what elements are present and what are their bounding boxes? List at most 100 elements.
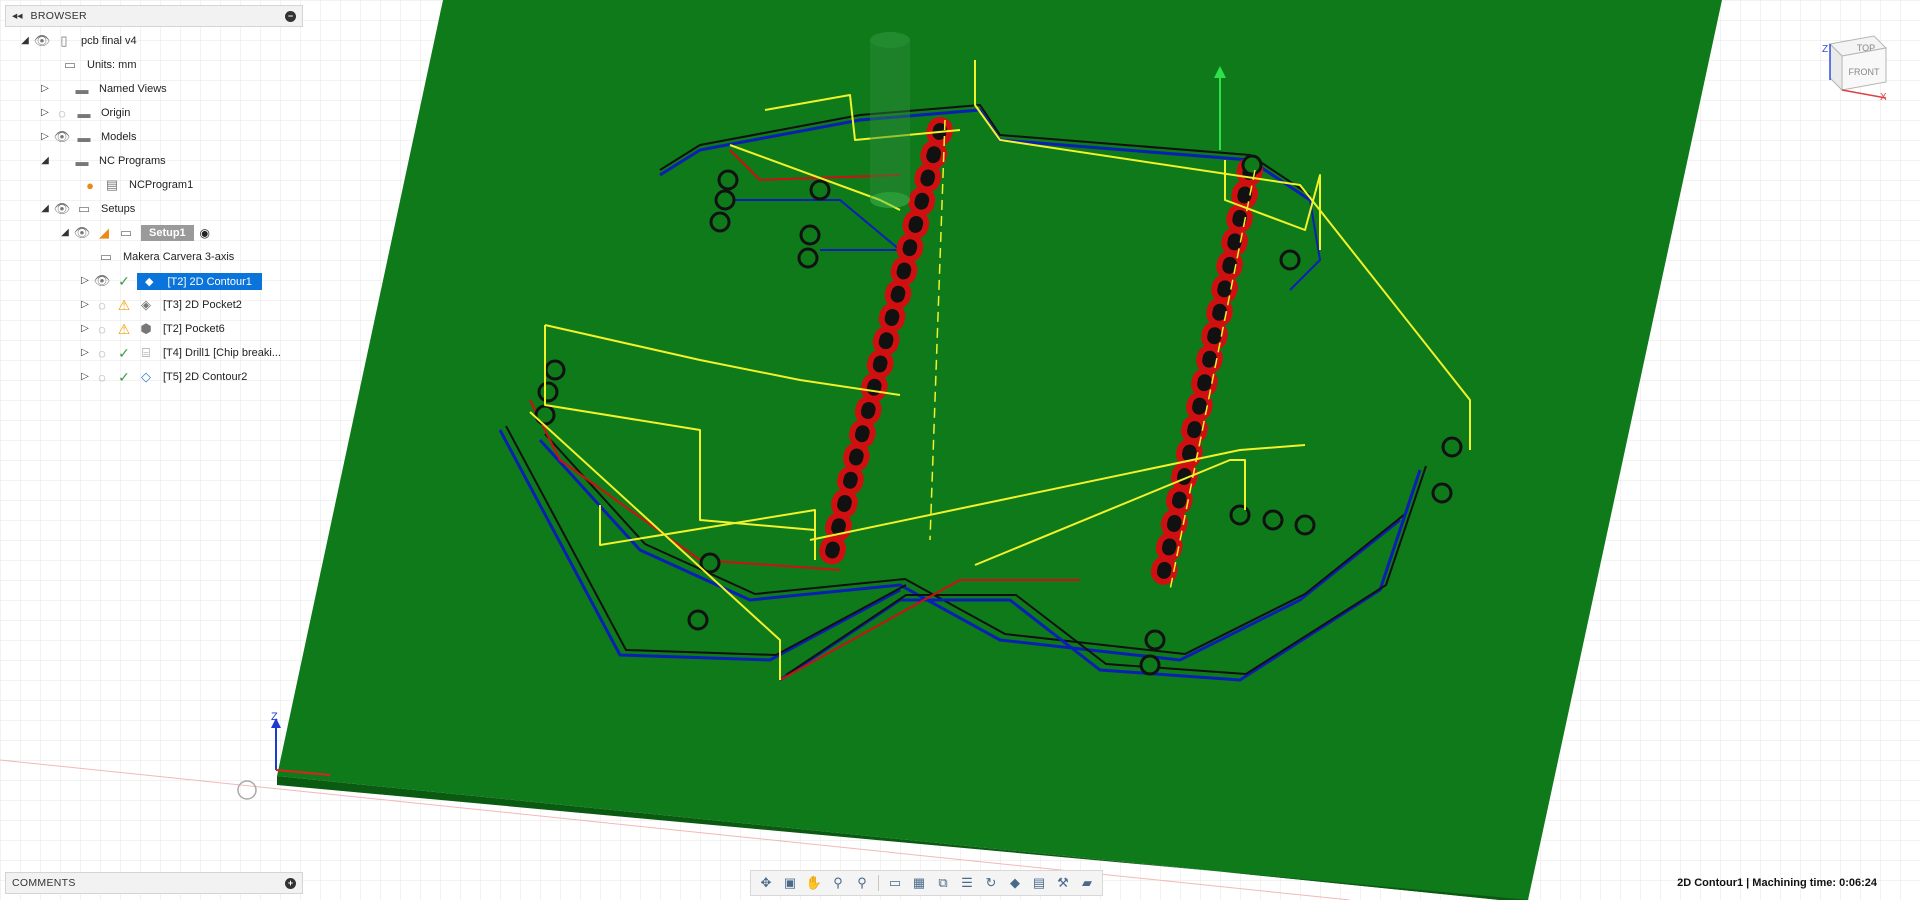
- section-icon[interactable]: ☰: [956, 873, 978, 893]
- nc-program-icon: ▤: [105, 177, 119, 192]
- triangle-expanded-icon[interactable]: ◢: [19, 35, 31, 47]
- tree-models[interactable]: ▷ 👁 ▬ Models: [39, 125, 136, 149]
- tree-named-views[interactable]: ▷ ▬ Named Views: [39, 77, 167, 101]
- drill-icon: ⌸: [142, 345, 150, 360]
- status-text: 2D Contour1 | Machining time: 0:06:24: [1677, 877, 1877, 889]
- collapse-icon[interactable]: ◂◂: [12, 10, 23, 22]
- folder-icon: ▬: [75, 81, 89, 97]
- document-icon: ▯: [60, 33, 68, 48]
- named-views-label: Named Views: [99, 83, 167, 95]
- models-label: Models: [101, 131, 137, 143]
- eye-icon[interactable]: 👁: [33, 32, 51, 50]
- tool-display-icon[interactable]: ⚒: [1052, 873, 1074, 893]
- orbit-icon[interactable]: ✥: [755, 873, 777, 893]
- check-circle-icon: ✓: [118, 344, 130, 361]
- browser-header: ◂◂ BROWSER −: [5, 5, 303, 27]
- setup-folder-icon: ▭: [77, 201, 91, 216]
- refresh-icon[interactable]: ↻: [980, 873, 1002, 893]
- nc-warning-icon: ●: [86, 177, 94, 193]
- triangle-collapsed-icon[interactable]: ▷: [79, 323, 91, 335]
- op-4-label: [T4] Drill1 [Chip breaki...: [163, 347, 281, 359]
- eye-hidden-icon[interactable]: ◌: [93, 368, 111, 386]
- tree-nc-programs[interactable]: ◢ ▬ NC Programs: [39, 149, 166, 173]
- eye-hidden-icon[interactable]: ◌: [93, 320, 111, 338]
- triangle-expanded-icon[interactable]: ◢: [39, 203, 51, 215]
- look-at-icon[interactable]: ▣: [779, 873, 801, 893]
- triangle-collapsed-icon[interactable]: ▷: [79, 347, 91, 359]
- 3d-viewport[interactable]: Z: [0, 0, 1920, 900]
- pan-icon[interactable]: ✋: [803, 873, 825, 893]
- op-2-label: [T3] 2D Pocket2: [163, 299, 242, 311]
- tree-machine[interactable]: ▭ Makera Carvera 3-axis: [95, 245, 234, 269]
- comments-title: COMMENTS: [12, 877, 76, 889]
- op-3-label: [T2] Pocket6: [163, 323, 225, 335]
- tool-cylinder: [870, 32, 910, 208]
- tree-units[interactable]: ▭ Units: mm: [59, 53, 137, 77]
- tree-op-1[interactable]: ▷ 👁 ✓ ◆ [T2] 2D Contour1: [79, 269, 262, 293]
- tree-setup1[interactable]: ◢ 👁 ◢ ▭ Setup1 ◉: [59, 221, 216, 245]
- pocket-icon: ⬢: [140, 321, 152, 336]
- nc-programs-label: NC Programs: [99, 155, 166, 167]
- tree-op-3[interactable]: ▷ ◌ ⚠ ⬢ [T2] Pocket6: [79, 317, 225, 341]
- eye-hidden-icon[interactable]: ◌: [53, 104, 71, 122]
- triangle-collapsed-icon[interactable]: ▷: [39, 83, 51, 95]
- eye-icon[interactable]: 👁: [53, 128, 71, 146]
- triangle-collapsed-icon[interactable]: ▷: [79, 275, 91, 287]
- triangle-collapsed-icon[interactable]: ▷: [79, 299, 91, 311]
- comments-header[interactable]: COMMENTS +: [5, 872, 303, 894]
- origin-label: Origin: [101, 107, 131, 119]
- viewports-icon[interactable]: ⧉: [932, 873, 954, 893]
- folder-icon: ▬: [77, 105, 91, 121]
- folder-icon: ▬: [75, 153, 89, 169]
- tree-root[interactable]: ◢ 👁 ▯ pcb final v4: [19, 29, 137, 53]
- viewcube-x-label: X: [1880, 92, 1887, 100]
- activate-radio-icon[interactable]: ◉: [196, 224, 214, 242]
- minus-icon[interactable]: −: [285, 10, 296, 22]
- tree-op-2[interactable]: ▷ ◌ ⚠ ◈ [T3] 2D Pocket2: [79, 293, 242, 317]
- setup1-label: Setup1: [141, 225, 194, 241]
- display-settings-icon[interactable]: ▭: [884, 873, 906, 893]
- shaded-icon[interactable]: ◆: [1004, 873, 1026, 893]
- triangle-expanded-icon[interactable]: ◢: [39, 155, 51, 167]
- contour-icon: ◆: [145, 275, 154, 288]
- check-circle-icon: ✓: [118, 368, 130, 385]
- browser-panel: ◂◂ BROWSER − ◢ 👁 ▯ pcb final v4 ▭ Units:…: [5, 5, 303, 385]
- tree-op-5[interactable]: ▷ ◌ ✓ ◇ [T5] 2D Contour2: [79, 365, 247, 389]
- simulation-display-icon[interactable]: ▤: [1028, 873, 1050, 893]
- view-cube[interactable]: TOP FRONT Z X: [1818, 30, 1888, 103]
- triad-z-label: Z: [271, 711, 278, 723]
- tree-setups[interactable]: ◢ 👁 ▭ Setups: [39, 197, 135, 221]
- viewcube-top-label: TOP: [1857, 43, 1875, 53]
- op-1-label[interactable]: ◆ [T2] 2D Contour1: [137, 272, 262, 290]
- grid-icon[interactable]: ▦: [908, 873, 930, 893]
- tree-nc-program1[interactable]: ● ▤ NCProgram1: [79, 173, 193, 197]
- pocket-icon: ◈: [141, 297, 151, 312]
- tree-origin[interactable]: ▷ ◌ ▬ Origin: [39, 101, 130, 125]
- units-label: Units: mm: [87, 59, 137, 71]
- tree-op-4[interactable]: ▷ ◌ ✓ ⌸ [T4] Drill1 [Chip breaki...: [79, 341, 281, 365]
- triangle-collapsed-icon[interactable]: ▷: [79, 371, 91, 383]
- warning-icon: ⚠: [117, 320, 131, 337]
- setup-warning-icon: ◢: [99, 225, 109, 240]
- eye-icon[interactable]: 👁: [93, 272, 111, 290]
- setup-icon: ▭: [119, 225, 133, 240]
- viewcube-z-label: Z: [1822, 44, 1828, 55]
- zoom-icon[interactable]: ⚲: [827, 873, 849, 893]
- warning-icon: ⚠: [117, 296, 131, 313]
- eye-icon[interactable]: 👁: [53, 200, 71, 218]
- document-settings-icon: ▭: [63, 57, 77, 72]
- triangle-collapsed-icon[interactable]: ▷: [39, 107, 51, 119]
- eye-icon[interactable]: 👁: [73, 224, 91, 242]
- toolpath-display-icon[interactable]: ▰: [1076, 873, 1098, 893]
- setups-label: Setups: [101, 203, 136, 215]
- eye-hidden-icon[interactable]: ◌: [93, 296, 111, 314]
- fit-icon[interactable]: ⚲: [851, 873, 873, 893]
- plus-icon[interactable]: +: [285, 877, 296, 889]
- machine-label: Makera Carvera 3-axis: [123, 251, 235, 263]
- triangle-collapsed-icon[interactable]: ▷: [39, 131, 51, 143]
- eye-hidden-icon[interactable]: ◌: [93, 344, 111, 362]
- triangle-expanded-icon[interactable]: ◢: [59, 227, 71, 239]
- folder-icon: ▬: [77, 129, 91, 145]
- root-label: pcb final v4: [81, 35, 137, 47]
- viewcube-front-label: FRONT: [1849, 67, 1880, 77]
